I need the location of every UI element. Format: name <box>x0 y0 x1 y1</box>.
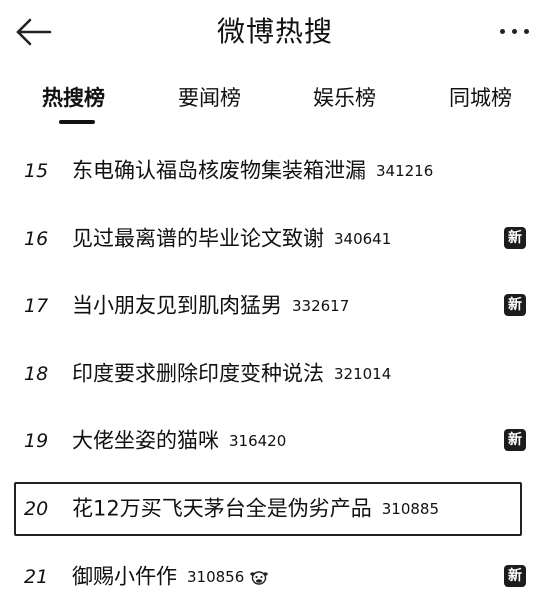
topic-title: 当小朋友见到肌肉猛男 <box>72 293 282 318</box>
heat-count: 310856 <box>187 567 245 586</box>
heat-count: 316420 <box>229 431 287 450</box>
tab-bar: 热搜榜 要闻榜 娱乐榜 同城榜 <box>0 72 550 132</box>
heat-count: 321014 <box>334 364 392 383</box>
tab-important-news[interactable]: 要闻榜 <box>178 82 241 114</box>
tab-hot-search[interactable]: 热搜榜 <box>42 82 105 114</box>
topic-title: 印度要求删除印度变种说法 <box>72 361 324 386</box>
list-item[interactable]: 18 印度要求删除印度变种说法 321014 <box>14 347 532 401</box>
rank-number: 18 <box>24 363 49 385</box>
list-item[interactable]: 15 东电确认福岛核废物集装箱泄漏 341216 <box>14 144 532 198</box>
new-badge: 新 <box>504 565 526 587</box>
cow-face-icon <box>250 570 268 585</box>
tab-entertainment[interactable]: 娱乐榜 <box>313 82 376 114</box>
topic-title: 东电确认福岛核废物集装箱泄漏 <box>72 158 366 183</box>
rank-number: 20 <box>24 498 49 520</box>
rank-number: 19 <box>24 430 49 452</box>
heat-count: 310885 <box>381 499 439 518</box>
topic-title: 御赐小仵作 <box>72 564 177 589</box>
rank-number: 16 <box>24 228 49 250</box>
list-item[interactable]: 16 见过最离谱的毕业论文致谢 340641 新 <box>14 212 532 266</box>
heat-count: 340641 <box>334 229 392 248</box>
active-tab-indicator <box>59 120 95 124</box>
heat-count: 341216 <box>376 161 434 180</box>
rank-number: 21 <box>24 566 49 588</box>
more-options-button[interactable] <box>498 16 532 46</box>
list-item[interactable]: 21 御赐小仵作 310856 新 <box>14 550 532 604</box>
new-badge: 新 <box>504 227 526 249</box>
topic-title: 大佬坐姿的猫咪 <box>72 428 219 453</box>
new-badge: 新 <box>504 429 526 451</box>
topic-title: 花12万买飞天茅台全是伪劣产品 <box>72 496 372 521</box>
heat-count: 332617 <box>292 296 350 315</box>
top-bar: 微博热搜 <box>0 0 550 68</box>
list-item[interactable]: 17 当小朋友见到肌肉猛男 332617 新 <box>14 279 532 333</box>
rank-number: 17 <box>24 295 49 317</box>
new-badge: 新 <box>504 294 526 316</box>
topic-title: 见过最离谱的毕业论文致谢 <box>72 226 324 251</box>
page-title: 微博热搜 <box>216 15 333 48</box>
rank-number: 15 <box>24 160 49 182</box>
list-item-selected[interactable]: 20 花12万买飞天茅台全是伪劣产品 310885 <box>14 482 522 536</box>
tab-local[interactable]: 同城榜 <box>449 82 512 114</box>
more-dots-icon <box>500 29 505 34</box>
list-item[interactable]: 19 大佬坐姿的猫咪 316420 新 <box>14 414 532 468</box>
